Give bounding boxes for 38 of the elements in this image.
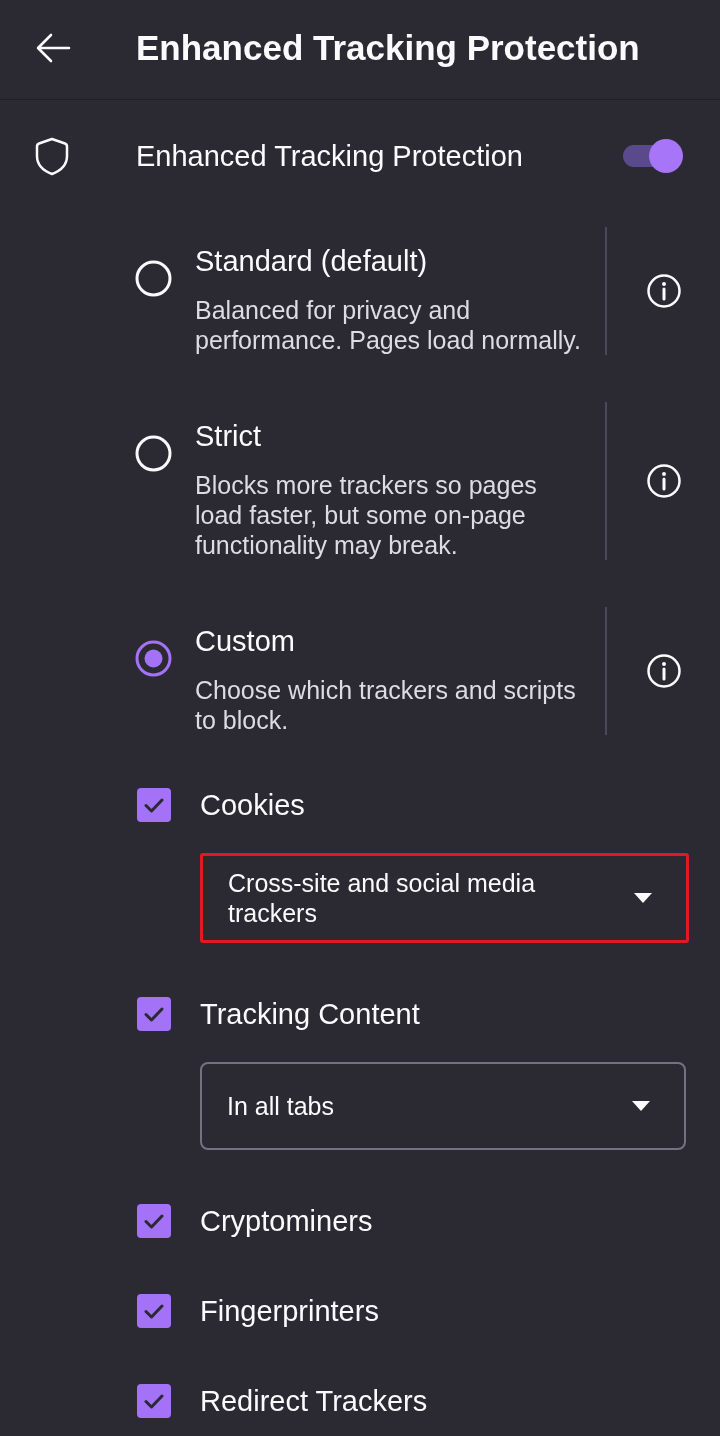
caret-icon (634, 893, 652, 903)
mode-description: Blocks more trackers so pages load faster, but some on-page functionality may break. (195, 470, 538, 560)
info-icon (646, 274, 681, 308)
info-icon (646, 464, 681, 498)
toggle-thumb[interactable] (649, 139, 683, 173)
radio-button[interactable] (135, 640, 172, 677)
checkmark-icon (144, 1393, 164, 1409)
setting-label: Enhanced Tracking Protection (136, 139, 523, 173)
toggle-switch[interactable] (623, 138, 683, 174)
shield-icon (35, 136, 69, 176)
info-button[interactable] (645, 273, 682, 309)
info-button[interactable] (645, 653, 682, 689)
mode-description: Choose which trackers and scripts to block. (195, 675, 577, 735)
mode-title: Strict (195, 419, 263, 453)
back-arrow-icon (35, 32, 71, 63)
option-label: Tracking Content (200, 997, 420, 1031)
checkbox[interactable] (137, 788, 171, 822)
mode-description: Balanced for privacy and performance. Pages load normally. (195, 295, 582, 355)
page-title: Enhanced Tracking Protection (136, 27, 640, 68)
checkbox[interactable] (137, 997, 171, 1031)
mode-title: Standard (default) (195, 244, 429, 278)
option-label: Cookies (200, 788, 305, 822)
info-button[interactable] (645, 463, 682, 499)
option-label: Fingerprinters (200, 1294, 379, 1328)
checkmark-icon (144, 1006, 164, 1022)
info-icon (646, 654, 681, 688)
caret-icon (632, 1101, 650, 1111)
dropdown-select[interactable]: Cross-site and social media trackers (200, 853, 689, 943)
option-label: Redirect Trackers (200, 1384, 428, 1418)
checkmark-icon (144, 1213, 164, 1229)
checkmark-icon (144, 1303, 164, 1319)
option-label: Cryptominers (200, 1204, 373, 1238)
checkbox[interactable] (137, 1294, 171, 1328)
checkmark-icon (144, 797, 164, 813)
checkbox[interactable] (137, 1204, 171, 1238)
mode-title: Custom (195, 624, 296, 658)
checkbox[interactable] (137, 1384, 171, 1418)
dropdown-select[interactable]: In all tabs (200, 1062, 686, 1150)
